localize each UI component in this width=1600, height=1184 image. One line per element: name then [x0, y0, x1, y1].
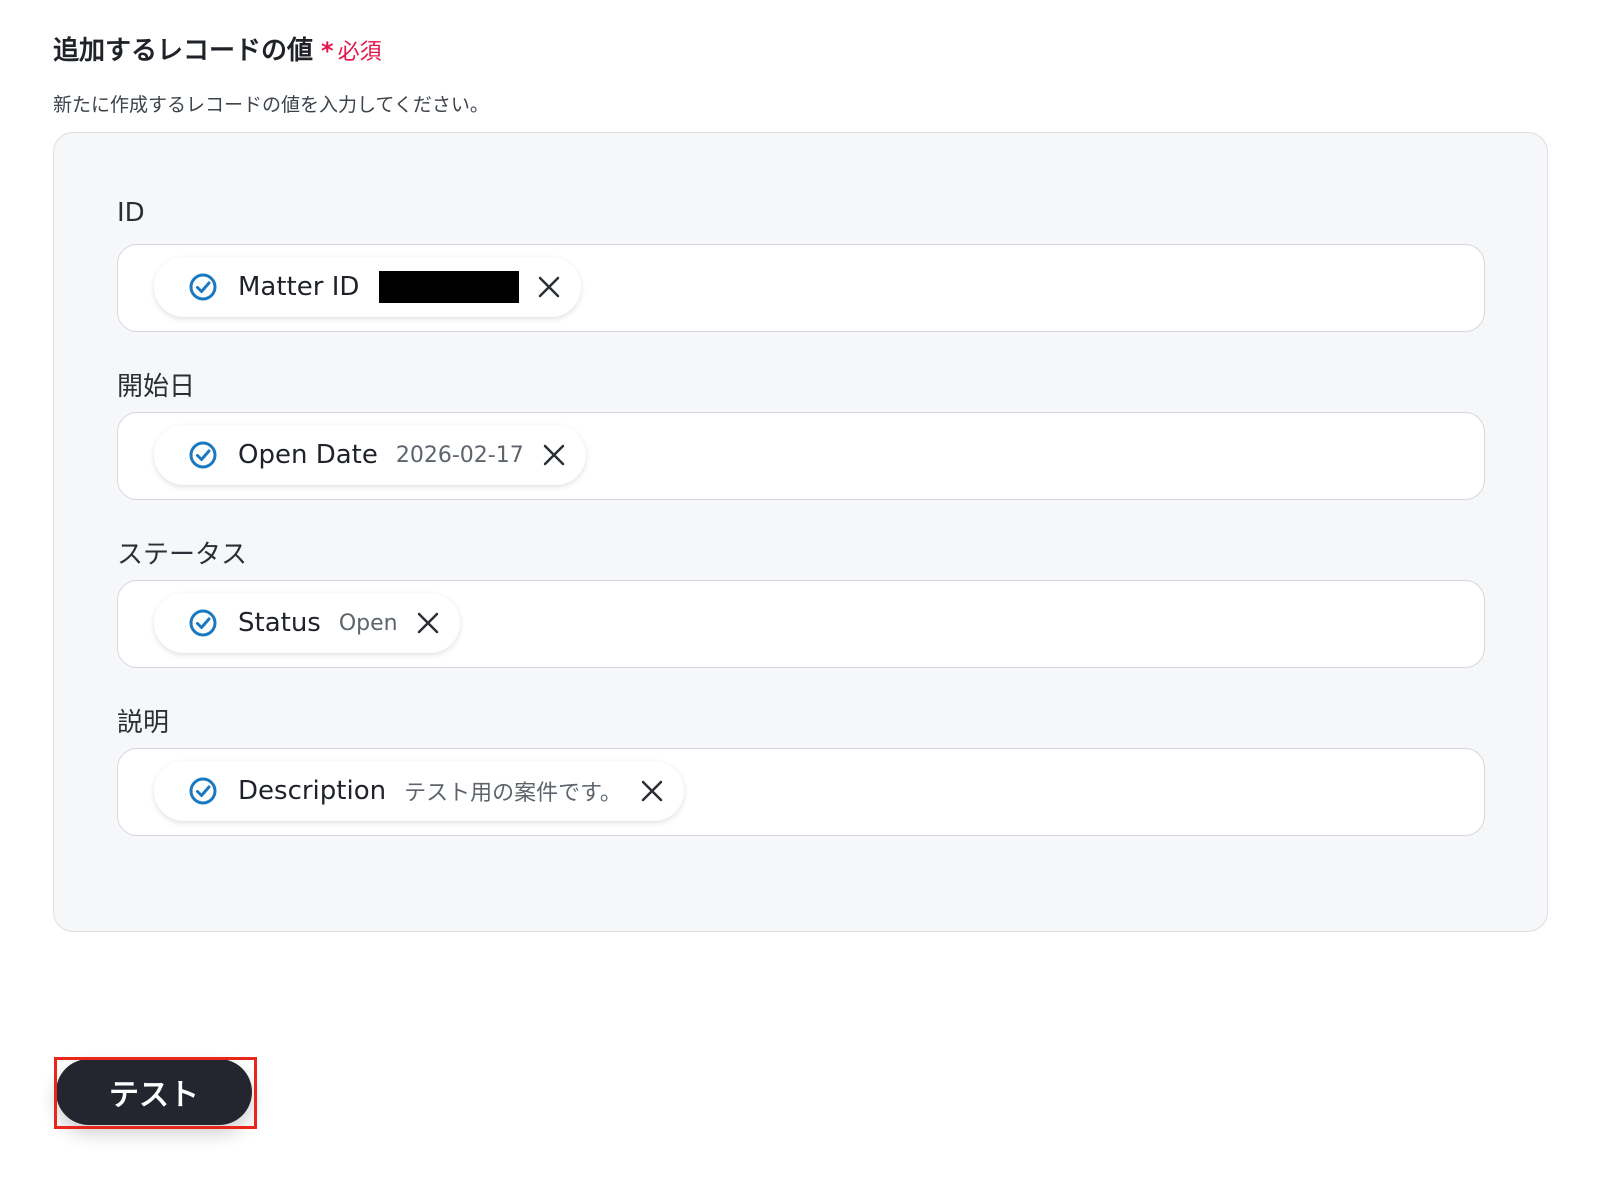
section-title-text: 追加するレコードの値 — [53, 36, 314, 66]
section-title: 追加するレコードの値 * 必須 — [53, 30, 382, 67]
check-circle-icon — [188, 776, 218, 806]
variable-chip-open-date[interactable]: Open Date 2026-02-17 — [154, 425, 586, 485]
chip-value: 2026-02-17 — [395, 442, 524, 468]
field-label-start-date: 開始日 — [117, 372, 196, 402]
required-asterisk: * — [321, 37, 334, 65]
section-description: 新たに作成するレコードの値を入力してください。 — [53, 94, 489, 116]
chip-name: Status — [238, 608, 321, 638]
check-circle-icon — [188, 440, 218, 470]
chip-name: Matter ID — [238, 272, 360, 302]
field-input-status[interactable]: Status Open — [117, 580, 1485, 668]
variable-chip-description[interactable]: Description テスト用の案件です。 — [154, 761, 684, 821]
variable-chip-status[interactable]: Status Open — [154, 593, 460, 653]
redacted-value — [379, 271, 520, 303]
test-button[interactable]: テスト — [56, 1059, 252, 1125]
check-circle-icon — [188, 608, 218, 638]
chip-value: Open — [338, 610, 398, 636]
field-label-id: ID — [117, 198, 145, 228]
chip-name: Description — [238, 776, 387, 806]
field-input-description[interactable]: Description テスト用の案件です。 — [117, 748, 1485, 836]
chip-name: Open Date — [238, 440, 378, 470]
field-input-id[interactable]: Matter ID — [117, 244, 1485, 332]
chip-value: テスト用の案件です。 — [404, 781, 622, 806]
field-label-status: ステータス — [117, 540, 248, 570]
check-circle-icon — [188, 272, 218, 302]
field-label-description: 説明 — [117, 708, 170, 738]
close-icon[interactable] — [638, 777, 666, 805]
close-icon[interactable] — [414, 609, 442, 637]
required-label: 必須 — [337, 40, 382, 65]
close-icon[interactable] — [540, 441, 568, 469]
field-input-start-date[interactable]: Open Date 2026-02-17 — [117, 412, 1485, 500]
close-icon[interactable] — [535, 273, 563, 301]
variable-chip-matter-id[interactable]: Matter ID — [154, 257, 582, 317]
